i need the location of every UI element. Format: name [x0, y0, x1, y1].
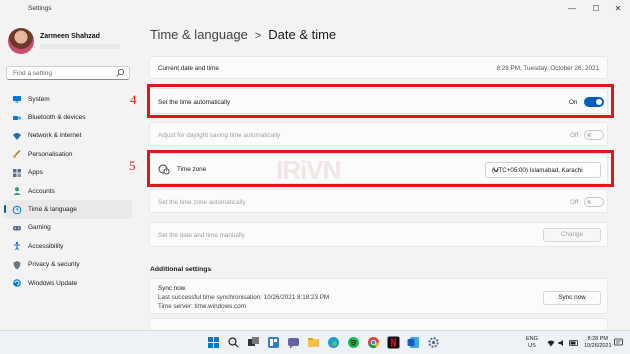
sidebar-item-label: Time & language [28, 206, 77, 214]
avatar[interactable] [8, 28, 34, 54]
clock-time: 8:28 PM [587, 336, 608, 342]
tz-auto-state: Off [570, 199, 579, 206]
globe-clock-icon [12, 205, 22, 215]
breadcrumb-parent[interactable]: Time & language [150, 27, 248, 42]
brush-icon [12, 149, 22, 159]
search-icon[interactable] [115, 68, 125, 80]
sidebar: Zarmeen Shahzad Find a setting System Bl… [0, 18, 140, 330]
person-icon [12, 186, 22, 196]
sync-now-button[interactable]: Sync now [543, 291, 601, 305]
redacted-email [40, 44, 120, 49]
page-title: Date & time [268, 27, 337, 42]
search-input[interactable]: Find a setting [6, 66, 130, 80]
dst-card: Adjust for daylight saving time automati… [149, 122, 608, 146]
current-time-value: 8:28 PM, Tuesday, October 26, 2021 [496, 65, 599, 72]
annotation-number-4: 4 [130, 92, 137, 107]
battery-icon[interactable] [569, 339, 579, 349]
sidebar-item-accessibility[interactable]: Accessibility [4, 237, 132, 255]
chrome-icon[interactable] [367, 336, 380, 349]
current-time-card: Current date and time 8:28 PM, Tuesday, … [149, 56, 608, 79]
sidebar-item-label: Accessibility [28, 242, 64, 250]
notification-icon[interactable] [614, 338, 623, 349]
annotation-number-5: 5 [129, 158, 136, 173]
monitor-icon [12, 94, 22, 104]
title-bar: Settings — ☐ ✕ [0, 0, 630, 18]
sync-title: Sync now [158, 285, 186, 292]
clock-date: 10/26/2021 [584, 343, 612, 349]
dst-label: Adjust for daylight saving time automati… [158, 132, 281, 139]
sidebar-item-label: Windows Update [28, 279, 78, 287]
next-card [149, 318, 608, 330]
chat-icon[interactable] [287, 336, 300, 349]
shield-icon [12, 260, 22, 270]
spotify-icon[interactable] [347, 336, 360, 349]
sidebar-item-label: Personalisation [28, 150, 73, 158]
update-icon [12, 278, 22, 288]
sidebar-item-label: Apps [28, 169, 43, 177]
language-indicator[interactable]: ENG US [526, 336, 538, 350]
apps-icon [12, 168, 22, 178]
user-name: Zarmeen Shahzad [40, 33, 100, 40]
dst-toggle[interactable] [584, 130, 604, 140]
change-button[interactable]: Change [543, 228, 601, 242]
language-code: ENG [526, 336, 538, 342]
sidebar-nav: System Bluetooth & devices Network & int… [4, 90, 132, 292]
current-time-label: Current date and time [158, 65, 219, 72]
dst-state: Off [570, 132, 579, 139]
sidebar-item-apps[interactable]: Apps [4, 164, 132, 182]
sync-last: Last successful time synchronisation: 10… [158, 294, 330, 301]
sidebar-item-system[interactable]: System [4, 90, 132, 108]
bluetooth-icon [12, 113, 22, 123]
sidebar-item-label: Gaming [28, 224, 51, 232]
search-icon[interactable] [227, 336, 240, 349]
file-explorer-icon[interactable] [307, 336, 320, 349]
chevron-right-icon: > [254, 30, 262, 42]
taskbar: ENG US 8:28 PM 10/26/2021 [0, 330, 630, 354]
search-placeholder: Find a setting [13, 70, 53, 77]
sidebar-item-windows-update[interactable]: Windows Update [4, 274, 132, 292]
edge-icon[interactable] [327, 336, 340, 349]
annotation-box-4 [147, 84, 614, 118]
sidebar-item-label: Privacy & security [28, 261, 80, 269]
sidebar-item-network[interactable]: Network & internet [4, 127, 132, 145]
annotation-box-5 [147, 150, 614, 187]
app-title: Settings [28, 5, 52, 12]
clock[interactable]: 8:28 PM 10/26/2021 [584, 336, 612, 350]
sidebar-item-label: Accounts [28, 187, 55, 195]
sidebar-item-gaming[interactable]: Gaming [4, 219, 132, 237]
wifi-icon[interactable] [547, 339, 555, 349]
region-code: US [528, 343, 536, 349]
manual-time-label: Set the date and time manually [158, 232, 245, 239]
volume-icon[interactable] [558, 339, 566, 349]
sync-server: Time server: time.windows.com [158, 303, 246, 310]
word-icon[interactable] [407, 336, 420, 349]
close-button[interactable]: ✕ [608, 2, 628, 16]
maximize-button[interactable]: ☐ [586, 2, 606, 16]
sidebar-item-time-language[interactable]: Time & language [4, 200, 132, 219]
windows-start-icon[interactable] [207, 336, 220, 349]
breadcrumb: Time & language > Date & time [150, 27, 336, 42]
netflix-icon[interactable] [387, 336, 400, 349]
wifi-icon [12, 131, 22, 141]
tz-auto-label: Set the time zone automatically [158, 199, 246, 206]
sidebar-item-privacy[interactable]: Privacy & security [4, 256, 132, 274]
sidebar-item-bluetooth[interactable]: Bluetooth & devices [4, 108, 132, 126]
sync-card: Sync now Last successful time synchronis… [149, 278, 608, 314]
gamepad-icon [12, 223, 22, 233]
accessibility-icon [12, 241, 22, 251]
settings-icon[interactable] [427, 336, 440, 349]
sidebar-item-label: System [28, 95, 50, 103]
tz-auto-toggle[interactable] [584, 197, 604, 207]
sidebar-item-label: Network & internet [28, 132, 82, 140]
additional-settings-title: Additional settings [150, 266, 212, 273]
manual-time-card: Set the date and time manually Change [149, 222, 608, 247]
minimize-button[interactable]: — [562, 2, 582, 16]
sidebar-item-accounts[interactable]: Accounts [4, 182, 132, 200]
tz-auto-card: Set the time zone automatically Off [149, 189, 608, 213]
sidebar-item-label: Bluetooth & devices [28, 114, 86, 122]
sidebar-item-personalisation[interactable]: Personalisation [4, 145, 132, 163]
task-view-icon[interactable] [247, 336, 260, 349]
widgets-icon[interactable] [267, 336, 280, 349]
